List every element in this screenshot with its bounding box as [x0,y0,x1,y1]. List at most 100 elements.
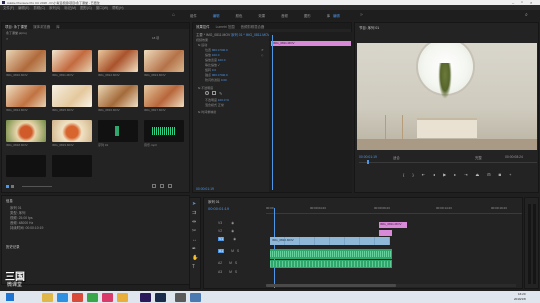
taskbar-app-photoshop[interactable] [155,293,166,302]
tab-effect-controls[interactable]: 效果控件 [196,24,210,29]
program-scrubber[interactable] [359,162,537,163]
eye-icon[interactable]: ◉ [231,229,234,233]
effect-timecode[interactable]: 00:00:01:19 [196,187,214,191]
mute-icon[interactable]: M [231,249,234,253]
tab-project[interactable]: 项目: 永丁课堂 [5,24,27,29]
workspace-assembly[interactable]: 组件 [190,13,197,18]
rectangle-mask-icon[interactable] [212,91,216,95]
clip-thumbnail[interactable] [6,120,46,142]
effect-row[interactable]: 混合模式 正常 [205,103,224,107]
track-header[interactable]: A1 M S [218,249,266,260]
timeline-ruler[interactable]: 00:00 00:00:04:23 00:00:09:23 00:00:14:2… [266,206,522,214]
effect-row[interactable]: 缩放宽度 100.0 [205,58,225,62]
solo-icon[interactable]: S [237,249,239,253]
pen-tool-icon[interactable]: ✒ [192,246,198,252]
effect-row[interactable]: 防闪烁滤镜 0.00 [205,78,227,82]
go-to-out-icon[interactable]: ⇥ [464,172,467,177]
workspace-audio[interactable]: 音频 [281,13,288,18]
reset-icon[interactable]: ↺ [261,48,264,52]
tab-media-browser[interactable]: 媒体浏览器 [33,24,50,29]
taskbar-app-files[interactable] [117,293,128,302]
taskbar-app-chrome[interactable] [72,293,83,302]
project-search-icon[interactable]: ⌕ [6,36,8,41]
eye-icon[interactable]: ◉ [233,237,236,241]
track-header[interactable]: V3 ◉ [218,221,266,229]
mini-playhead[interactable] [272,35,273,190]
program-fit-select[interactable]: 适合 [393,155,400,160]
timeline-timecode[interactable]: 00:00:01:19 [208,206,229,211]
export-frame-icon[interactable]: ◙ [499,172,501,177]
clip-thumbnail[interactable] [52,85,92,107]
eye-icon[interactable]: ◉ [231,221,234,225]
icon-view-icon[interactable] [11,185,14,188]
mask-shape-tools[interactable]: ✎ [205,91,222,96]
program-playhead[interactable] [367,160,369,164]
new-bin-icon[interactable] [152,184,156,188]
video-clip-pink-v1[interactable] [379,230,392,236]
clip-thumbnail[interactable] [52,120,92,142]
workspace-effects[interactable]: 效果 [258,13,265,18]
effect-row[interactable]: 位置 960.0 540.0 [205,48,228,52]
delete-icon[interactable] [168,184,172,188]
taskbar-app-music[interactable] [102,293,113,302]
search-icon[interactable]: ⌕ [525,12,528,18]
effect-row[interactable]: 旋转 0.0 [205,68,216,72]
workspace-editing[interactable]: 编辑 [213,13,220,18]
home-icon[interactable]: ⌂ [172,12,175,18]
taskbar-app-premiere[interactable] [140,293,151,302]
clip-thumbnail[interactable] [98,85,138,107]
effect-row[interactable]: 不透明度 100.0 % [205,98,229,102]
timeline-title[interactable]: 序列 01 [208,199,220,204]
clip-thumbnail[interactable] [6,50,46,72]
solo-icon[interactable]: S [235,261,237,265]
taskbar-app-explorer[interactable] [42,293,53,302]
tab-libraries[interactable]: 库 [56,24,59,29]
keyframe-toggle-icon[interactable]: ◇ [261,53,263,57]
clip-thumbnail[interactable] [6,85,46,107]
solo-icon[interactable]: S [235,270,237,274]
play-icon[interactable]: ▶ [443,172,446,177]
mark-out-icon[interactable]: } [412,172,413,177]
settings-icon[interactable]: + [509,172,511,177]
effect-row[interactable]: 缩放 100.0 [205,53,219,57]
track-header[interactable]: V2 ◉ [218,229,266,237]
go-to-in-icon[interactable]: ⇤ [422,172,425,177]
hand-tool-icon[interactable]: ✋ [192,255,198,261]
effect-row[interactable]: 锚点 960.0 540.0 [205,73,228,77]
timeline-scrollbar[interactable] [266,284,516,287]
timeline-playhead[interactable] [274,208,275,288]
track-header[interactable]: V1 ◉ [218,237,266,246]
type-tool-icon[interactable]: T [192,264,198,270]
mute-icon[interactable]: M [229,261,232,265]
uniform-scale-checkbox[interactable]: ✓ [218,63,220,67]
pen-mask-icon[interactable]: ✎ [219,91,222,96]
ripple-edit-tool-icon[interactable]: ⇹ [192,219,198,225]
scrollbar-thumb[interactable] [266,284,396,287]
lift-icon[interactable]: ⏏ [476,172,480,177]
effect-row[interactable]: fx 运动 [198,43,207,47]
clip-thumbnail[interactable] [98,50,138,72]
program-timecode[interactable]: 00:00:01:19 [359,155,377,159]
mark-in-icon[interactable]: { [403,172,404,177]
clock-date[interactable]: 2019/1/8 [514,297,526,301]
taskbar-app-media[interactable] [87,293,98,302]
tab-audio-clip-mixer[interactable]: 音频剪辑混合器 [241,24,265,29]
effect-row[interactable]: 等比缩放 ✓ [205,63,220,67]
workspace-color[interactable]: 颜色 [236,13,243,18]
mute-icon[interactable]: M [229,270,232,274]
taskbar-app-other[interactable] [175,293,186,302]
taskbar-app-browser[interactable] [57,293,68,302]
track-header[interactable]: A2 M S [218,261,266,270]
clock-time[interactable]: 16:20 [518,292,526,296]
workspace-graphics[interactable]: 图形 [304,13,311,18]
clip-thumbnail[interactable] [144,85,184,107]
track-select-tool-icon[interactable]: ⇉ [192,210,198,216]
step-back-icon[interactable]: ◂ [433,172,435,177]
effect-row[interactable]: fx 不透明度 [198,86,213,90]
program-video-frame[interactable] [357,43,537,150]
clip-thumbnail[interactable] [144,50,184,72]
list-view-icon[interactable] [6,185,9,188]
program-quality-select[interactable]: 完整 [475,155,482,160]
new-item-icon[interactable] [160,184,164,188]
zoom-slider[interactable] [22,186,52,187]
